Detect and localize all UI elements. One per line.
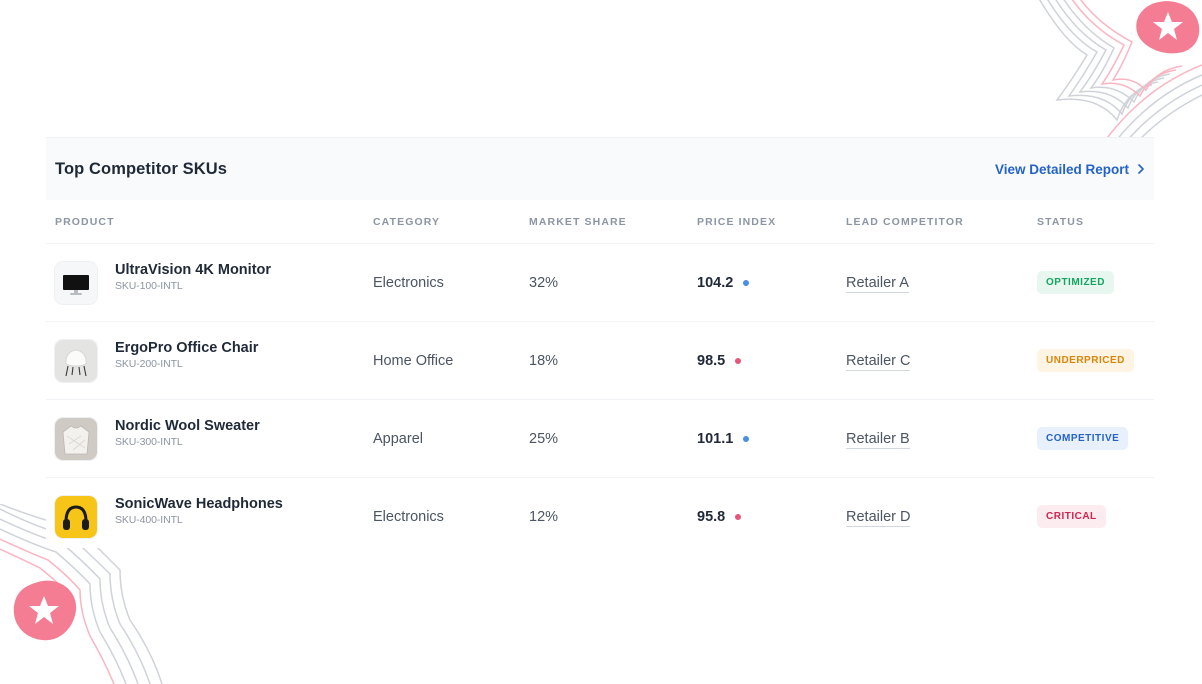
price-trend-dot [735,357,742,364]
product-name: ErgoPro Office Chair [115,340,259,356]
table-header-row: PRODUCT CATEGORY MARKET SHARE PRICE INDE… [46,200,1154,244]
product-name: UltraVision 4K Monitor [115,262,272,278]
status-cell: CRITICAL [1037,478,1154,556]
market-share-cell: 32% [529,274,559,291]
status-cell: UNDERPRICED [1037,322,1154,400]
price-index-cell: 104.2 [697,244,846,322]
table-row[interactable]: Nordic Wool Sweater SKU-300-INTL Apparel… [46,400,1154,478]
column-header-product[interactable]: PRODUCT [46,200,373,244]
price-trend-dot [743,435,750,442]
product-sku: SKU-200-INTL [115,358,183,370]
product-sku: SKU-300-INTL [115,436,183,448]
product-cell: ErgoPro Office Chair SKU-200-INTL [46,322,373,400]
lead-competitor-link[interactable]: Retailer A [846,274,909,293]
product-cell: Nordic Wool Sweater SKU-300-INTL [46,400,373,478]
card-header: Top Competitor SKUs View Detailed Report [46,138,1154,200]
product-name: SonicWave Headphones [115,496,283,513]
lead-competitor-cell: Retailer A [846,244,1037,322]
card-title: Top Competitor SKUs [55,159,228,178]
lead-competitor-link[interactable]: Retailer D [846,508,911,527]
status-badge: OPTIMIZED [1037,271,1114,294]
column-header-price-index[interactable]: PRICE INDEX [697,200,846,244]
price-index-value: 95.8 [697,508,726,525]
price-trend-dot [743,279,750,286]
status-badge: COMPETITIVE [1037,427,1129,450]
status-badge: CRITICAL [1037,505,1106,529]
lead-competitor-cell: Retailer C [846,322,1037,400]
price-index-cell: 101.1 [697,400,846,478]
table-row[interactable]: UltraVision 4K Monitor SKU-100-INTL Elec… [46,244,1154,322]
chevron-right-icon [1138,164,1144,174]
column-header-lead-competitor[interactable]: LEAD COMPETITOR [846,200,1037,244]
headphones-icon [55,495,97,538]
table-row[interactable]: ErgoPro Office Chair SKU-200-INTL Home O… [46,322,1154,400]
category-cell: Home Office [373,352,454,369]
column-header-status[interactable]: STATUS [1037,200,1154,244]
product-sku: SKU-100-INTL [115,280,183,292]
lead-competitor-link[interactable]: Retailer C [846,352,911,371]
price-index-value: 104.2 [697,274,734,291]
product-cell: UltraVision 4K Monitor SKU-100-INTL [46,244,373,322]
lead-competitor-cell: Retailer B [846,400,1037,478]
lead-competitor-cell: Retailer D [846,478,1037,556]
product-cell: SonicWave Headphones SKU-400-INTL [46,478,373,556]
sweater-icon [55,417,97,460]
chair-icon [55,339,97,382]
market-share-cell: 18% [529,352,559,369]
competitor-skus-table: PRODUCT CATEGORY MARKET SHARE PRICE INDE… [46,200,1154,556]
monitor-icon [55,261,97,304]
competitor-skus-card: Top Competitor SKUs View Detailed Report… [46,137,1154,548]
price-index-value: 98.5 [697,352,726,369]
column-header-category[interactable]: CATEGORY [373,200,529,244]
market-share-cell: 12% [529,508,559,525]
lead-competitor-link[interactable]: Retailer B [846,430,910,449]
price-trend-dot [735,513,742,520]
category-cell: Electronics [373,274,444,291]
product-name: Nordic Wool Sweater [115,418,260,434]
market-share-cell: 25% [529,430,559,447]
status-cell: OPTIMIZED [1037,244,1154,322]
column-header-market-share[interactable]: MARKET SHARE [529,200,697,244]
price-index-cell: 98.5 [697,322,846,400]
price-index-value: 101.1 [697,430,734,447]
view-detailed-report-link[interactable]: View Detailed Report [995,162,1146,177]
status-badge: UNDERPRICED [1037,349,1134,372]
status-cell: COMPETITIVE [1037,400,1154,478]
view-detailed-report-label: View Detailed Report [994,161,1129,177]
decorative-star-top-right [1038,0,1202,160]
price-index-cell: 95.8 [697,478,846,556]
category-cell: Apparel [373,430,423,447]
product-sku: SKU-400-INTL [115,514,183,527]
table-row[interactable]: SonicWave Headphones SKU-400-INTL Electr… [46,478,1154,556]
category-cell: Electronics [373,508,444,525]
